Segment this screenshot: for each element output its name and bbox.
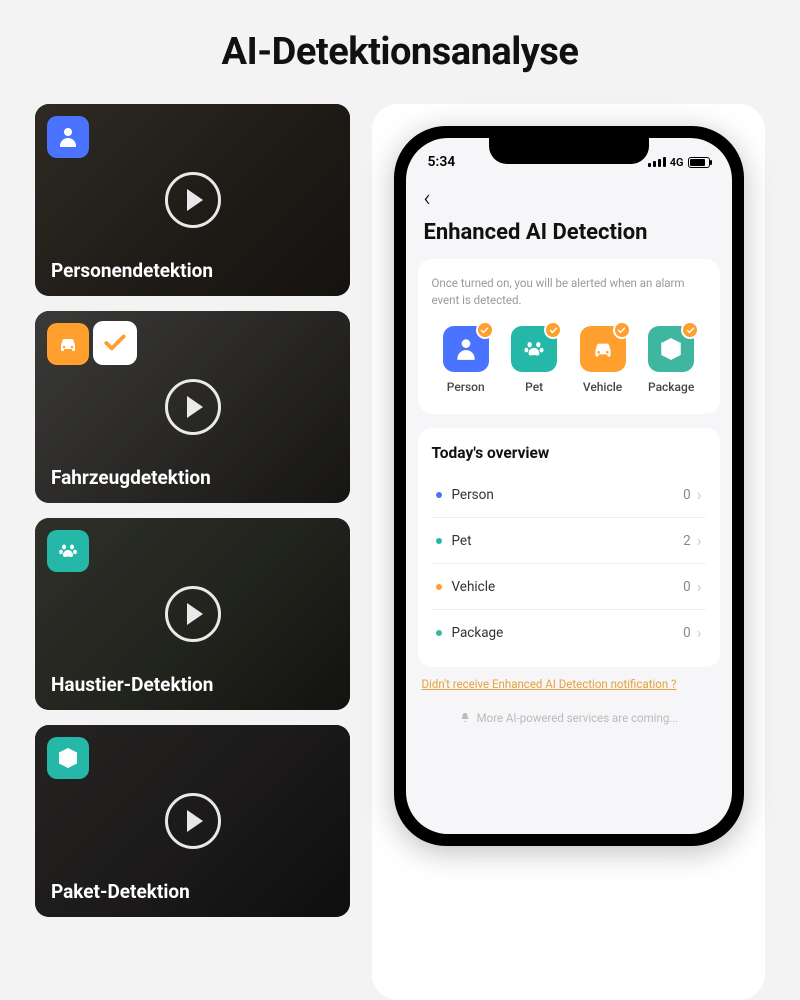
chevron-right-icon: › — [697, 531, 702, 550]
overview-row-person[interactable]: Person 0› — [432, 472, 706, 517]
tile-label: Personendetektion — [51, 259, 213, 282]
play-icon[interactable] — [165, 793, 221, 849]
card-description: Once turned on, you will be alerted when… — [432, 275, 706, 308]
toggle-person[interactable]: Person — [443, 326, 489, 394]
car-icon — [580, 326, 626, 372]
enabled-check-icon — [544, 321, 562, 339]
chevron-right-icon: › — [697, 577, 702, 596]
overview-row-pet[interactable]: Pet 2› — [432, 517, 706, 563]
overview-row-package[interactable]: Package 0› — [432, 609, 706, 655]
pet-icon — [47, 530, 89, 572]
selected-check-icon — [93, 321, 137, 365]
person-icon — [47, 116, 89, 158]
person-icon — [443, 326, 489, 372]
signal-icon — [648, 157, 666, 167]
package-icon — [47, 737, 89, 779]
overview-card: Today's overview Person 0› Pet 2› Vehicl… — [418, 428, 720, 667]
toggle-package[interactable]: Package — [648, 326, 694, 394]
chevron-right-icon: › — [697, 485, 702, 504]
status-time: 5:34 — [428, 154, 456, 170]
bell-icon — [459, 712, 471, 724]
tile-label: Paket-Detektion — [51, 880, 190, 903]
tile-label: Fahrzeugdetektion — [51, 466, 211, 489]
overview-row-vehicle[interactable]: Vehicle 0› — [432, 563, 706, 609]
battery-icon — [688, 157, 710, 168]
tile-person[interactable]: Personendetektion — [35, 104, 350, 296]
car-icon — [47, 323, 89, 365]
play-icon[interactable] — [165, 586, 221, 642]
screen-title: Enhanced AI Detection — [406, 212, 732, 259]
package-icon — [648, 326, 694, 372]
detection-settings-card: Once turned on, you will be alerted when… — [418, 259, 720, 414]
tile-label: Haustier-Detektion — [51, 673, 213, 696]
pet-icon — [511, 326, 557, 372]
help-link[interactable]: Didn't receive Enhanced AI Detection not… — [422, 677, 716, 691]
detection-tiles: Personendetektion Fahrzeugdetektion Haus… — [35, 104, 350, 1000]
phone-panel: 5:34 4G ‹ Enhanced AI Detection Once tur… — [372, 104, 765, 1000]
dot-icon — [436, 584, 442, 590]
phone-frame: 5:34 4G ‹ Enhanced AI Detection Once tur… — [394, 126, 744, 846]
toggle-pet[interactable]: Pet — [511, 326, 557, 394]
overview-title: Today's overview — [432, 444, 706, 462]
tile-pet[interactable]: Haustier-Detektion — [35, 518, 350, 710]
play-icon[interactable] — [165, 172, 221, 228]
enabled-check-icon — [681, 321, 699, 339]
play-icon[interactable] — [165, 379, 221, 435]
page-title: AI-Detektionsanalyse — [35, 30, 765, 74]
back-button[interactable]: ‹ — [424, 184, 431, 212]
tile-package[interactable]: Paket-Detektion — [35, 725, 350, 917]
enabled-check-icon — [613, 321, 631, 339]
toggle-vehicle[interactable]: Vehicle — [580, 326, 626, 394]
dot-icon — [436, 492, 442, 498]
chevron-right-icon: › — [697, 623, 702, 642]
dot-icon — [436, 538, 442, 544]
tile-vehicle[interactable]: Fahrzeugdetektion — [35, 311, 350, 503]
phone-notch — [489, 138, 649, 164]
dot-icon — [436, 630, 442, 636]
enabled-check-icon — [476, 321, 494, 339]
network-label: 4G — [670, 156, 684, 169]
coming-soon: More AI-powered services are coming... — [406, 711, 732, 725]
